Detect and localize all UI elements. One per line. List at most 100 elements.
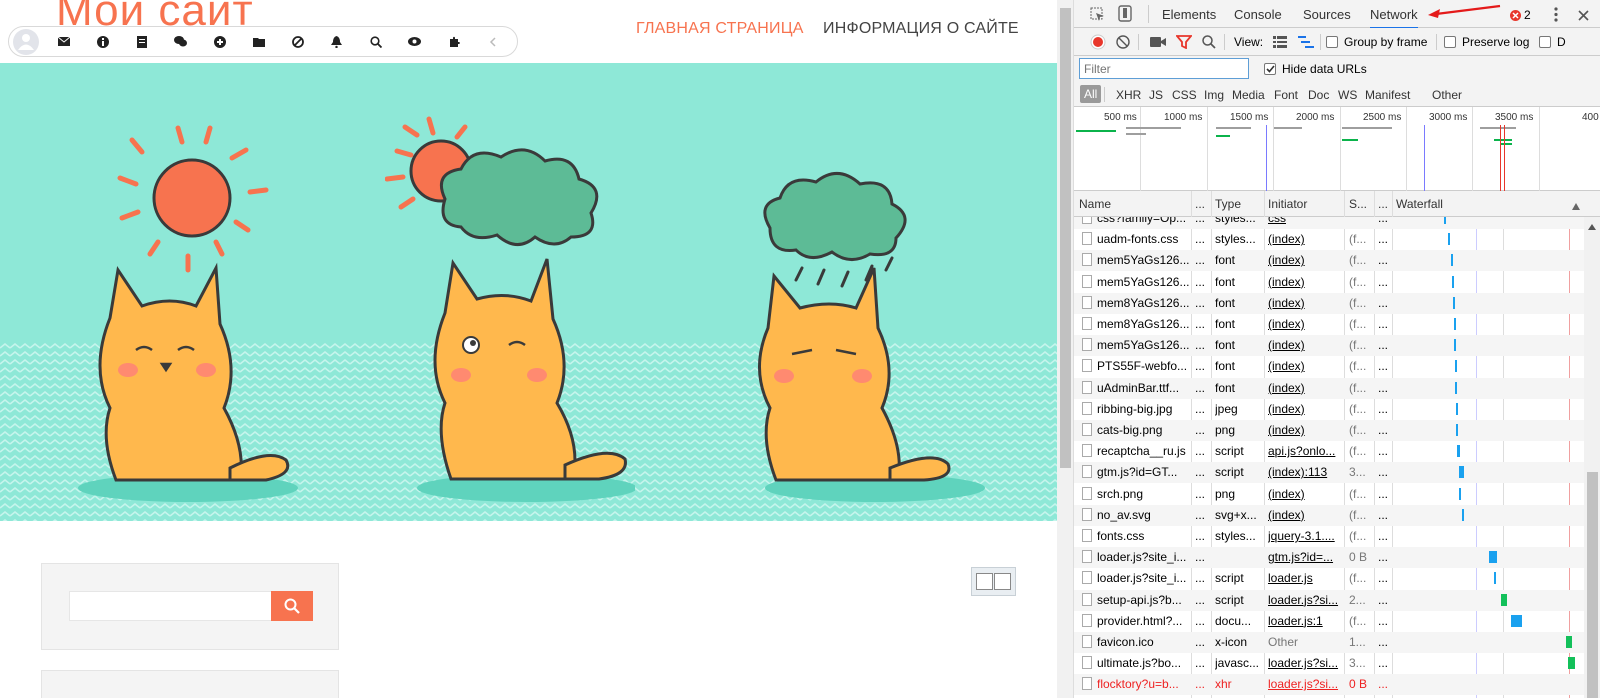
tab-elements[interactable]: Elements (1162, 7, 1216, 22)
request-name[interactable]: PTS55F-webfo... (1097, 359, 1189, 373)
chevron-left-icon[interactable] (485, 34, 500, 49)
request-name[interactable]: ultimate.js?bo... (1097, 656, 1189, 670)
device-toolbar-icon[interactable] (1118, 4, 1132, 22)
close-icon[interactable] (1578, 7, 1589, 23)
filter-input[interactable] (1079, 58, 1249, 79)
request-name[interactable]: loader.js?site_i... (1097, 571, 1189, 585)
request-initiator[interactable]: (index) (1268, 402, 1342, 416)
avatar[interactable] (13, 29, 39, 55)
search-input[interactable] (69, 591, 272, 621)
group-by-frame-checkbox[interactable]: Group by frame (1326, 34, 1427, 50)
request-initiator[interactable]: (index) (1268, 296, 1342, 310)
request-initiator[interactable]: (index) (1268, 508, 1342, 522)
large-rows-icon[interactable] (1273, 34, 1287, 50)
table-row[interactable]: cats-big.png... png (index) (f...... (1074, 420, 1584, 441)
tab-sources[interactable]: Sources (1303, 7, 1351, 22)
request-initiator[interactable]: api.js?onlo... (1268, 444, 1342, 458)
request-name[interactable]: provider.html?... (1097, 614, 1189, 628)
request-name[interactable]: recaptcha__ru.js (1097, 444, 1189, 458)
tab-network[interactable]: Network (1370, 7, 1418, 29)
request-name[interactable]: flocktory?u=b... (1097, 677, 1189, 691)
record-button[interactable] (1090, 34, 1106, 50)
request-name[interactable]: cats-big.png (1097, 423, 1189, 437)
request-initiator[interactable]: (index) (1268, 275, 1342, 289)
table-row[interactable]: mem5YaGs126...... font (index) (f...... (1074, 272, 1584, 293)
nav-link-info[interactable]: ИНФОРМАЦИЯ О САЙТЕ (823, 20, 1019, 38)
table-row[interactable]: uadm-fonts.css... styles... (index) (f.....… (1074, 229, 1584, 250)
comments-icon[interactable] (173, 34, 188, 49)
hide-data-urls-checkbox[interactable]: Hide data URLs (1264, 61, 1367, 77)
request-initiator[interactable]: (index) (1268, 381, 1342, 395)
waterfall-view-icon[interactable] (1298, 34, 1314, 50)
request-name[interactable]: mem5YaGs126... (1097, 253, 1189, 267)
request-name[interactable]: srch.png (1097, 487, 1189, 501)
preserve-log-checkbox[interactable]: Preserve log (1444, 34, 1529, 50)
eye-icon[interactable] (975, 573, 993, 590)
type-filter-doc[interactable]: Doc (1308, 88, 1329, 102)
column-dots[interactable]: ... (1378, 197, 1388, 211)
table-row[interactable]: gtm.js?id=GT...... script (index):113 3....… (1074, 462, 1584, 484)
table-row[interactable]: srch.png... png (index) (f...... (1074, 484, 1584, 505)
text-version-icon[interactable] (994, 573, 1012, 590)
document-icon[interactable] (134, 34, 149, 49)
clear-button[interactable] (1116, 34, 1130, 50)
request-name[interactable]: setup-api.js?b... (1097, 593, 1189, 607)
column-size[interactable]: S... (1349, 197, 1367, 211)
type-filter-xhr[interactable]: XHR (1116, 88, 1141, 102)
table-row[interactable]: ultimate.js?bo...... javasc... loader.js?s… (1074, 653, 1584, 674)
request-initiator[interactable]: loader.js?si... (1268, 593, 1342, 607)
table-row[interactable]: flocktory?u=b...... xhr loader.js?si... 0 B… (1074, 674, 1584, 696)
request-initiator[interactable]: loader.js?si... (1268, 677, 1342, 691)
table-row[interactable]: mem5YaGs126...... font (index) (f...... (1074, 335, 1584, 357)
scrollbar-thumb[interactable] (1587, 472, 1598, 698)
table-row[interactable]: mem8YaGs126...... font (index) (f...... (1074, 314, 1584, 335)
request-name[interactable]: mem8YaGs126... (1097, 296, 1189, 310)
column-dots[interactable]: ... (1195, 197, 1205, 211)
type-filter-all[interactable]: All (1080, 85, 1102, 103)
request-initiator[interactable]: (index) (1268, 487, 1342, 501)
table-row[interactable]: loader.js?site_i...... script loader.js (f.… (1074, 568, 1584, 589)
tab-console[interactable]: Console (1234, 7, 1282, 22)
filter-button[interactable] (1176, 34, 1192, 50)
table-row[interactable]: fonts.css... styles... jquery-3.1.... (f...… (1074, 526, 1584, 547)
column-initiator[interactable]: Initiator (1268, 197, 1307, 211)
column-name[interactable]: Name (1079, 197, 1111, 211)
request-name[interactable]: uAdminBar.ttf... (1097, 381, 1189, 395)
request-name[interactable]: gtm.js?id=GT... (1097, 465, 1189, 479)
request-initiator[interactable]: gtm.js?id=... (1268, 550, 1342, 564)
accessibility-widget[interactable] (971, 567, 1016, 596)
sort-arrow-icon[interactable] (1572, 199, 1580, 213)
type-filter-media[interactable]: Media (1232, 88, 1265, 102)
type-filter-css[interactable]: CSS (1172, 88, 1197, 102)
request-initiator[interactable]: loader.js (1268, 571, 1342, 585)
table-row[interactable]: uAdminBar.ttf...... font (index) (f...... (1074, 377, 1584, 399)
screenshot-button[interactable] (1150, 34, 1166, 50)
request-name[interactable]: uadm-fonts.css (1097, 232, 1189, 246)
add-icon[interactable] (212, 34, 227, 49)
table-row[interactable]: ribbing-big.jpg... jpeg (index) (f...... (1074, 399, 1584, 420)
request-list-scrollbar[interactable] (1584, 217, 1600, 698)
request-initiator[interactable]: (index) (1268, 423, 1342, 437)
request-initiator[interactable]: jquery-3.1.... (1268, 529, 1342, 543)
bell-icon[interactable] (329, 34, 344, 49)
request-initiator[interactable]: loader.js?si... (1268, 656, 1342, 670)
type-filter-manifest[interactable]: Manifest (1365, 88, 1410, 102)
block-icon[interactable] (290, 34, 305, 49)
timeline-overview[interactable]: 500 ms 1000 ms 1500 ms 2000 ms 2500 ms 3… (1074, 107, 1600, 191)
mail-icon[interactable] (56, 34, 71, 49)
puzzle-icon[interactable] (446, 34, 461, 49)
type-filter-other[interactable]: Other (1432, 88, 1462, 102)
column-waterfall[interactable]: Waterfall (1396, 197, 1443, 211)
table-row[interactable]: setup-api.js?b...... script loader.js?si..… (1074, 589, 1584, 611)
table-row[interactable]: loader.js?site_i...... gtm.js?id=... 0 B..… (1074, 547, 1584, 569)
more-menu-icon[interactable] (1554, 6, 1558, 22)
request-initiator[interactable]: loader.js:1 (1268, 614, 1342, 628)
request-name[interactable]: no_av.svg (1097, 508, 1189, 522)
type-filter-font[interactable]: Font (1274, 88, 1298, 102)
search-button[interactable] (271, 591, 313, 621)
page-scrollbar[interactable] (1057, 0, 1074, 698)
table-row[interactable]: PTS55F-webfo...... font (index) (f...... (1074, 356, 1584, 377)
request-name[interactable]: css?family=Op... (1097, 217, 1189, 225)
request-initiator[interactable]: (index) (1268, 317, 1342, 331)
scrollbar-thumb[interactable] (1060, 8, 1071, 468)
